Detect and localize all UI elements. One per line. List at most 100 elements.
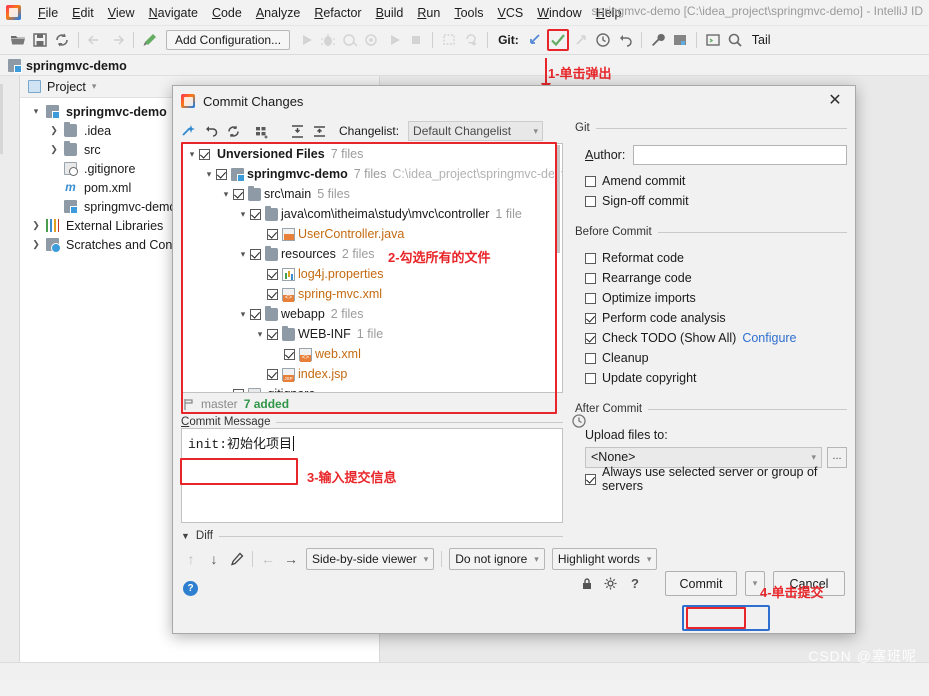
build-hammer-icon[interactable] — [140, 30, 160, 50]
settings-wrench-icon[interactable] — [648, 30, 668, 50]
before-commit-checkbox[interactable] — [585, 312, 596, 324]
changes-tree-row[interactable]: log4j.properties — [182, 264, 562, 284]
debug-icon[interactable] — [318, 30, 338, 50]
run-coverage-icon[interactable] — [340, 30, 360, 50]
changes-tree-checkbox[interactable] — [233, 388, 244, 392]
changes-tree[interactable]: ▾ Unversioned Files 7 files ▾ springmvc-demo… — [181, 143, 563, 393]
run-icon[interactable] — [296, 30, 316, 50]
attach-debugger-icon[interactable] — [439, 30, 459, 50]
signoff-commit-row[interactable]: Sign-off commit — [585, 191, 847, 211]
chevron-down-icon[interactable]: ▾ — [236, 249, 250, 260]
chevron-down-icon[interactable]: ▾ — [219, 189, 233, 200]
changes-tree-row[interactable]: UserController.java — [182, 224, 562, 244]
configure-link[interactable]: Configure — [742, 331, 796, 345]
accept-right-icon[interactable]: → — [283, 551, 299, 567]
before-commit-checkbox[interactable] — [585, 352, 596, 364]
changes-tree-checkbox[interactable] — [233, 188, 244, 200]
chevron-down-icon[interactable]: ▾ — [253, 329, 267, 340]
sidebar-item-structure[interactable]: 7: Structure — [0, 446, 3, 532]
changes-tree-row[interactable]: ▾ java\com\itheima\study\mvc\controller 1 … — [182, 204, 562, 224]
diff-section-header[interactable]: ▼ Diff — [181, 530, 563, 542]
git-rollback-icon[interactable] — [615, 30, 635, 50]
lock-icon[interactable] — [579, 576, 595, 592]
chevron-right-icon[interactable]: ❯ — [48, 144, 60, 155]
menu-run[interactable]: Run — [410, 3, 447, 23]
changes-tree-row[interactable]: .gitignore — [182, 384, 562, 392]
before-commit-checkbox[interactable] — [585, 372, 596, 384]
changelist-select[interactable]: Default Changelist ▾ — [408, 121, 544, 141]
git-update-icon[interactable] — [525, 30, 545, 50]
diff-ignore-select[interactable]: Do not ignore ▾ — [449, 548, 545, 570]
git-history-icon[interactable] — [593, 30, 613, 50]
open-project-icon[interactable] — [8, 30, 28, 50]
expand-all-icon[interactable] — [289, 123, 306, 140]
refresh-icon[interactable] — [225, 123, 242, 140]
next-difference-icon[interactable]: ↓ — [206, 551, 222, 567]
add-to-vcs-icon[interactable] — [181, 123, 198, 140]
changes-tree-checkbox[interactable] — [284, 348, 295, 360]
always-use-server-checkbox[interactable] — [585, 473, 596, 485]
chevron-right-icon[interactable]: ❯ — [48, 125, 60, 136]
diff-highlight-select[interactable]: Highlight words ▾ — [551, 548, 658, 570]
changes-tree-row[interactable]: ▾ resources 2 files — [182, 244, 562, 264]
update-project-icon[interactable] — [461, 30, 481, 50]
group-by-icon[interactable] — [253, 123, 270, 140]
menu-tools[interactable]: Tools — [447, 3, 490, 23]
accept-left-icon[interactable]: ← — [260, 551, 276, 567]
menu-navigate[interactable]: Navigate — [142, 3, 205, 23]
tail-label[interactable]: Tail — [752, 33, 771, 47]
git-push-icon[interactable] — [571, 30, 591, 50]
changes-tree-checkbox[interactable] — [267, 268, 278, 280]
sidebar-item-web[interactable]: Web — [0, 556, 3, 600]
before-commit-option-row[interactable]: Perform code analysis — [585, 308, 847, 328]
collapse-all-icon[interactable] — [311, 123, 328, 140]
before-commit-option-row[interactable]: Check TODO (Show All) Configure — [585, 328, 847, 348]
chevron-right-icon[interactable]: ❯ — [30, 220, 42, 231]
menu-refactor[interactable]: Refactor — [307, 3, 368, 23]
before-commit-option-row[interactable]: Reformat code — [585, 248, 847, 268]
always-use-server-row[interactable]: Always use selected server or group of s… — [585, 465, 847, 493]
help-question-icon[interactable]: ? — [627, 576, 643, 592]
search-everywhere-icon[interactable] — [725, 30, 745, 50]
menu-window[interactable]: Window — [530, 3, 588, 23]
menu-build[interactable]: Build — [369, 3, 411, 23]
diff-viewer-select[interactable]: Side-by-side viewer ▾ — [306, 548, 435, 570]
sidebar-item-project[interactable]: 1: Project — [0, 84, 3, 154]
changes-tree-checkbox[interactable] — [267, 328, 278, 340]
nav-project-name[interactable]: springmvc-demo — [26, 59, 127, 73]
menu-view[interactable]: View — [101, 3, 142, 23]
back-icon[interactable] — [85, 30, 105, 50]
edit-source-icon[interactable] — [229, 551, 245, 567]
changes-tree-checkbox[interactable] — [250, 308, 261, 320]
chevron-down-icon[interactable]: ▾ — [236, 209, 250, 220]
changes-tree-checkbox[interactable] — [267, 368, 278, 380]
before-commit-checkbox[interactable] — [585, 272, 596, 284]
changes-tree-row[interactable]: spring-mvc.xml — [182, 284, 562, 304]
changes-tree-checkbox[interactable] — [250, 248, 261, 260]
before-commit-option-row[interactable]: Cleanup — [585, 348, 847, 368]
changes-tree-row[interactable]: ▾ Unversioned Files 7 files — [182, 144, 562, 164]
changes-tree-row[interactable]: ▾ springmvc-demo 7 files C:\idea_project\sp… — [182, 164, 562, 184]
changes-tree-row[interactable]: ▾ webapp 2 files — [182, 304, 562, 324]
collapse-triangle-icon[interactable]: ▼ — [181, 531, 190, 541]
sidebar-item-favorites[interactable]: Favorites — [0, 626, 3, 696]
commit-button[interactable]: Commit — [665, 571, 737, 596]
tree-scrollbar[interactable] — [554, 145, 561, 392]
rollback-icon[interactable] — [203, 123, 220, 140]
add-configuration-button[interactable]: Add Configuration... — [166, 30, 291, 50]
stop-icon[interactable] — [406, 30, 426, 50]
before-commit-option-row[interactable]: Optimize imports — [585, 288, 847, 308]
chevron-down-icon[interactable]: ▾ — [236, 309, 250, 320]
forward-icon[interactable] — [107, 30, 127, 50]
profile-icon[interactable] — [362, 30, 382, 50]
changes-tree-checkbox[interactable] — [199, 148, 210, 160]
terminal-icon[interactable] — [703, 30, 723, 50]
menu-edit[interactable]: Edit — [65, 3, 101, 23]
changes-tree-checkbox[interactable] — [250, 208, 261, 220]
run-again-icon[interactable] — [384, 30, 404, 50]
previous-difference-icon[interactable]: ↑ — [183, 551, 199, 567]
changes-tree-row[interactable]: ▾ WEB-INF 1 file — [182, 324, 562, 344]
changes-tree-checkbox[interactable] — [267, 228, 278, 240]
project-structure-icon[interactable] — [670, 30, 690, 50]
before-commit-checkbox[interactable] — [585, 292, 596, 304]
